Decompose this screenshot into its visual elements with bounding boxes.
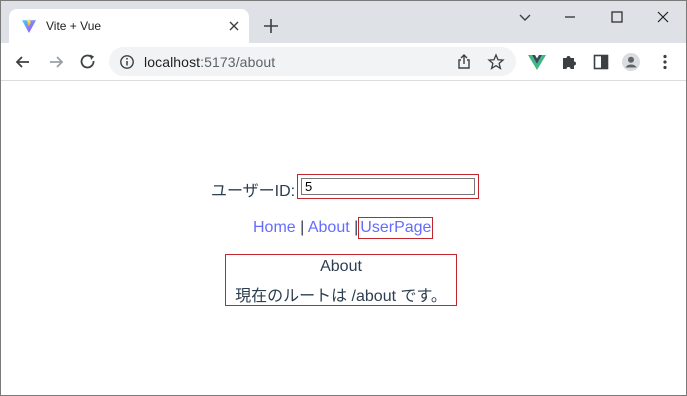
about-view: About 現在のルートは /about です。 [225, 254, 457, 306]
more-options-icon[interactable] [655, 52, 675, 72]
vite-logo-icon [22, 19, 36, 33]
forward-arrow-icon[interactable] [46, 52, 66, 72]
url-host: localhost [144, 54, 201, 70]
address-bar[interactable]: localhost:5173/about [109, 47, 516, 76]
reload-icon[interactable] [78, 52, 98, 72]
nav-link-home[interactable]: Home [253, 219, 296, 236]
browser-window: Vite + Vue localhost:5173/about ユーザーID: … [0, 0, 687, 396]
maximize-icon[interactable] [607, 7, 627, 27]
user-id-input[interactable] [301, 178, 475, 195]
bookmark-star-icon[interactable] [487, 53, 505, 71]
page-content: ユーザーID: Home | About |UserPage About 現在の… [1, 81, 686, 395]
vue-devtools-icon[interactable] [527, 52, 547, 72]
user-id-label: ユーザーID: [211, 183, 296, 200]
nav-separator: | [300, 219, 305, 236]
nav-link-about[interactable]: About [308, 219, 350, 236]
nav-link-userpage[interactable]: UserPage [358, 217, 434, 239]
tab-strip: Vite + Vue [1, 1, 686, 43]
url-text: localhost:5173/about [144, 54, 275, 70]
tab-title: Vite + Vue [46, 19, 102, 33]
profile-avatar-icon[interactable] [621, 52, 641, 72]
share-icon[interactable] [455, 53, 473, 71]
back-arrow-icon[interactable] [13, 52, 33, 72]
extensions-puzzle-icon[interactable] [559, 52, 579, 72]
browser-toolbar: localhost:5173/about [1, 43, 686, 81]
tab-close-icon[interactable] [227, 19, 241, 33]
site-info-icon[interactable] [119, 54, 135, 70]
side-panel-icon[interactable] [591, 52, 611, 72]
about-title: About [320, 258, 362, 275]
minimize-icon[interactable] [560, 7, 580, 27]
new-tab-plus-icon[interactable] [261, 16, 281, 36]
tab-search-chevron-icon[interactable] [515, 7, 535, 27]
user-id-outline [297, 174, 479, 199]
close-window-icon[interactable] [653, 7, 673, 27]
browser-tab[interactable]: Vite + Vue [9, 9, 249, 43]
nav-links: Home | About | UserPage [253, 217, 434, 239]
current-route-text: 現在のルートは /about です。 [235, 288, 447, 305]
url-path: :5173/about [200, 54, 276, 70]
